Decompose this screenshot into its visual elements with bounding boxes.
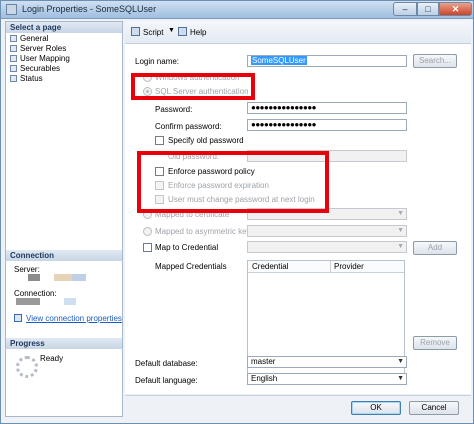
help-label: Help xyxy=(190,28,207,37)
chevron-down-icon: ▼ xyxy=(397,375,404,382)
confirm-password-label: Confirm password: xyxy=(155,122,222,131)
page-icon xyxy=(10,65,17,72)
login-name-value: SomeSQLUser xyxy=(251,56,307,65)
grid-column-credential[interactable]: Credential xyxy=(252,262,288,271)
highlight-box-password-policy xyxy=(137,151,329,213)
minimize-button[interactable]: – xyxy=(393,2,417,16)
cancel-button[interactable]: Cancel xyxy=(409,401,459,415)
chevron-down-icon: ▼ xyxy=(397,243,404,250)
default-database-label: Default database: xyxy=(135,359,198,368)
progress-status: Ready xyxy=(40,354,64,363)
nav-item-label: Server Roles xyxy=(20,44,67,53)
chevron-down-icon: ▼ xyxy=(397,210,404,217)
remove-button[interactable]: Remove xyxy=(413,336,457,350)
default-database-value: master xyxy=(251,357,276,366)
nav-item-label: User Mapping xyxy=(20,54,70,63)
grid-header: Credential Provider xyxy=(248,261,404,273)
nav-item-server-roles[interactable]: Server Roles xyxy=(10,44,66,53)
redacted-server xyxy=(28,274,40,281)
nav-item-securables[interactable]: Securables xyxy=(10,64,60,73)
nav-item-general[interactable]: General xyxy=(10,34,48,43)
window-title: Login Properties - SomeSQLUser xyxy=(22,4,157,14)
login-properties-window: Login Properties - SomeSQLUser – □ ✕ Sel… xyxy=(0,0,474,424)
progress-spinner-icon xyxy=(16,356,38,378)
map-credential-checkbox[interactable] xyxy=(143,243,152,252)
title-bar[interactable]: Login Properties - SomeSQLUser – □ ✕ xyxy=(1,1,473,19)
highlight-box-sql-auth xyxy=(131,73,255,100)
dialog-button-bar: OK Cancel xyxy=(125,395,471,422)
page-icon xyxy=(10,35,17,42)
specify-old-password-label: Specify old password xyxy=(168,136,244,145)
chevron-down-icon[interactable]: ▼ xyxy=(168,27,175,34)
nav-item-label: Securables xyxy=(20,64,61,73)
default-database-select[interactable]: master ▼ xyxy=(247,356,407,368)
map-credential-label: Map to Credential xyxy=(155,243,219,252)
login-name-label: Login name: xyxy=(135,57,180,66)
credential-select[interactable]: ▼ xyxy=(247,241,407,253)
maximize-button[interactable]: □ xyxy=(417,2,439,16)
help-icon xyxy=(178,27,187,36)
properties-icon xyxy=(14,314,22,322)
redacted-server xyxy=(54,274,72,281)
search-button[interactable]: Search... xyxy=(413,54,457,68)
add-button[interactable]: Add xyxy=(413,241,457,255)
general-page: Login name: SomeSQLUser Search... Window… xyxy=(125,44,471,394)
redacted-connection xyxy=(64,298,76,305)
page-icon xyxy=(10,55,17,62)
login-name-input[interactable]: SomeSQLUser xyxy=(247,55,407,67)
link-label: View connection properties xyxy=(26,314,122,323)
mapped-asym-key-label: Mapped to asymmetric key xyxy=(155,227,251,236)
server-label: Server: xyxy=(14,265,40,274)
default-language-label: Default language: xyxy=(135,376,198,385)
mapped-credentials-label: Mapped Credentials xyxy=(155,262,227,271)
ok-button[interactable]: OK xyxy=(351,401,401,415)
specify-old-password-checkbox[interactable] xyxy=(155,136,164,145)
column-separator xyxy=(330,261,331,272)
toolbar: Script ▼ Help xyxy=(125,21,471,44)
chevron-down-icon: ▼ xyxy=(397,227,404,234)
view-connection-properties-link[interactable]: View connection properties xyxy=(14,314,122,323)
page-icon xyxy=(10,45,17,52)
mapped-asym-key-radio[interactable] xyxy=(143,227,152,236)
help-button[interactable]: Help xyxy=(178,27,206,37)
progress-header: Progress xyxy=(6,338,122,349)
redacted-connection xyxy=(16,298,40,305)
select-page-header: Select a page xyxy=(6,22,122,33)
password-input[interactable]: ●●●●●●●●●●●●●●● xyxy=(247,102,407,114)
password-value: ●●●●●●●●●●●●●●● xyxy=(251,103,316,112)
default-language-select[interactable]: English ▼ xyxy=(247,373,407,385)
script-label: Script xyxy=(143,28,164,37)
nav-item-label: General xyxy=(20,34,49,43)
nav-item-label: Status xyxy=(20,74,43,83)
confirm-password-input[interactable]: ●●●●●●●●●●●●●●● xyxy=(247,119,407,131)
connection-header: Connection xyxy=(6,250,122,261)
chevron-down-icon: ▼ xyxy=(397,358,404,365)
left-pane: Select a page General Server Roles User … xyxy=(5,21,123,417)
asym-key-select[interactable]: ▼ xyxy=(247,225,407,237)
script-icon xyxy=(131,27,140,36)
nav-item-status[interactable]: Status xyxy=(10,74,43,83)
grid-column-provider[interactable]: Provider xyxy=(334,262,364,271)
close-button[interactable]: ✕ xyxy=(439,2,472,16)
connection-label: Connection: xyxy=(14,289,57,298)
password-label: Password: xyxy=(155,105,193,114)
confirm-password-value: ●●●●●●●●●●●●●●● xyxy=(251,120,316,129)
redacted-server xyxy=(72,274,86,281)
page-icon xyxy=(10,75,17,82)
nav-item-user-mapping[interactable]: User Mapping xyxy=(10,54,70,63)
app-icon xyxy=(6,4,17,15)
default-language-value: English xyxy=(251,374,278,383)
script-button[interactable]: Script xyxy=(131,27,163,37)
